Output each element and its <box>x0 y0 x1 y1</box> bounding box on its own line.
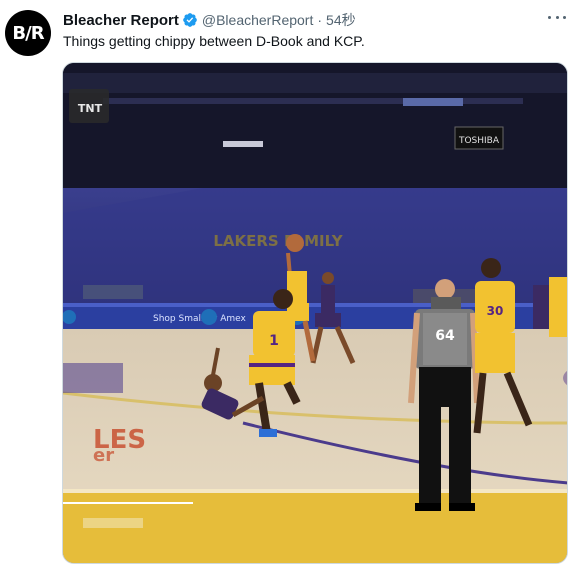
referee-number: 64 <box>435 328 455 344</box>
tweet-card[interactable]: B/R Bleacher Report @BleacherReport · 54… <box>0 0 572 570</box>
author-avatar[interactable]: B/R <box>5 10 51 56</box>
tweet-header: Bleacher Report @BleacherReport · 54秒 <box>63 10 356 30</box>
arena-sign-text: TOSHIBA <box>458 136 500 146</box>
verified-badge-icon <box>183 13 197 27</box>
more-dots-icon[interactable] <box>548 8 566 26</box>
jersey-number-1: 1 <box>269 333 279 349</box>
jersey-number-30: 30 <box>487 304 504 318</box>
tweet-timestamp[interactable]: 54秒 <box>326 10 356 30</box>
seat-lettering: LAKERS FAMILY <box>213 232 343 250</box>
separator-dot: · <box>317 12 323 28</box>
tweet-text: Things getting chippy between D-Book and… <box>63 33 365 49</box>
author-handle[interactable]: @BleacherReport <box>202 12 314 28</box>
author-display-name[interactable]: Bleacher Report <box>63 12 179 29</box>
led-board-text: Shop Small by Amex <box>153 314 247 324</box>
video-player[interactable]: TOSHIBA LAKERS FAMILY TNT Shop Small by … <box>62 62 568 564</box>
avatar-logo-text: B/R <box>12 22 44 44</box>
video-frame: TOSHIBA LAKERS FAMILY TNT Shop Small by … <box>63 63 567 563</box>
court-lettering-2: er <box>93 445 114 466</box>
network-logo: TNT <box>78 102 103 115</box>
